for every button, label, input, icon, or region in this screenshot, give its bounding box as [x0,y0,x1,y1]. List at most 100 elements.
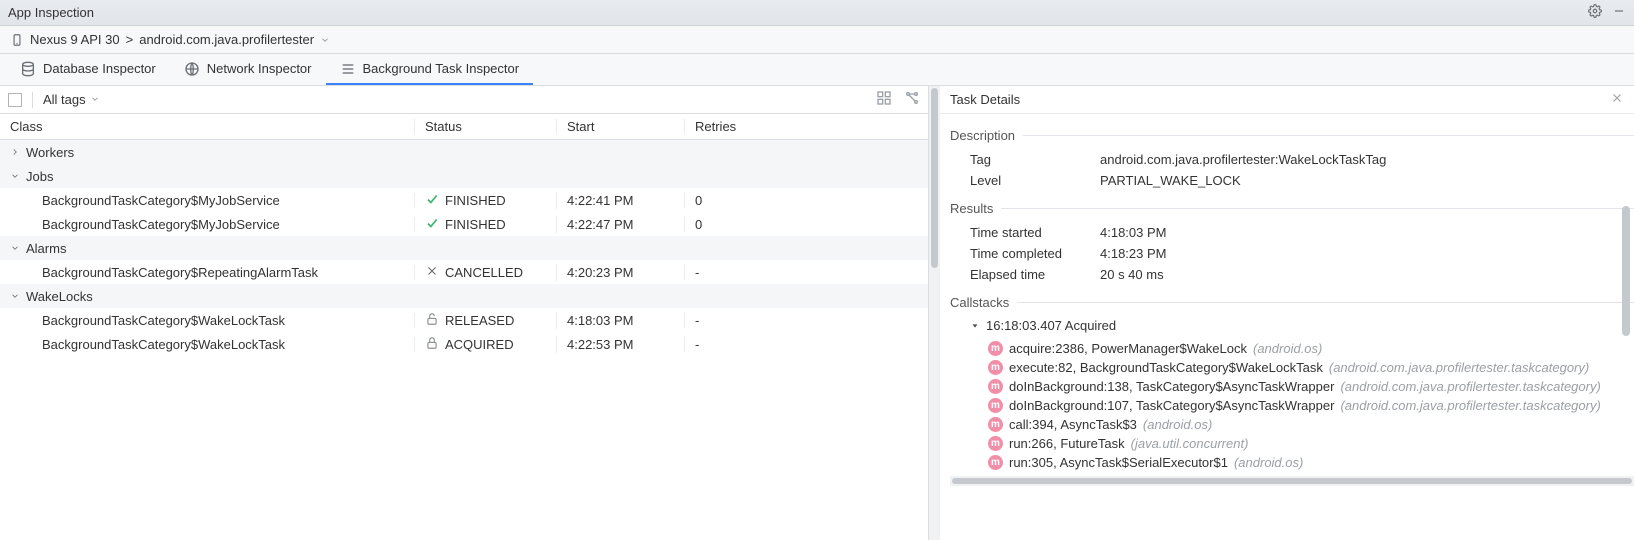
cell-start: 4:20:23 PM [557,265,685,280]
cell-start: 4:22:47 PM [557,217,685,232]
section-label: Workers [26,145,74,160]
method-badge-icon: m [988,455,1003,470]
tool-window-titlebar: App Inspection [0,0,1634,26]
stop-icon[interactable] [8,93,22,107]
cell-retries: - [685,313,928,328]
stack-method: doInBackground:138, TaskCategory$AsyncTa… [1009,379,1334,394]
stack-frame[interactable]: m run:266, FutureTask (java.util.concurr… [950,434,1634,453]
section-wakelocks[interactable]: WakeLocks [0,284,928,308]
tab-label: Network Inspector [207,61,312,76]
task-list-panel: All tags Class Status Start Retries [0,86,929,540]
section-label: Alarms [26,241,66,256]
stack-package: (java.util.concurrent) [1131,436,1249,451]
col-start[interactable]: Start [557,119,685,134]
stack-frame[interactable]: m execute:82, BackgroundTaskCategory$Wak… [950,358,1634,377]
tag-filter-dropdown[interactable]: All tags [43,92,100,107]
stack-method: run:305, AsyncTask$SerialExecutor$1 [1009,455,1228,470]
cell-status: RELEASED [445,313,514,328]
tab-bar: Database Inspector Network Inspector Bac… [0,54,1634,86]
stack-method: acquire:2386, PowerManager$WakeLock [1009,341,1247,356]
stack-method: run:266, FutureTask [1009,436,1125,451]
stack-method: call:394, AsyncTask$3 [1009,417,1137,432]
section-callstacks: Callstacks [950,295,1634,310]
section-alarms[interactable]: Alarms [0,236,928,260]
stack-frame[interactable]: m run:305, AsyncTask$SerialExecutor$1 (a… [950,453,1634,472]
grid-view-icon[interactable] [876,90,892,109]
filter-bar: All tags [0,86,928,114]
stack-method: execute:82, BackgroundTaskCategory$WakeL… [1009,360,1323,375]
gear-icon[interactable] [1588,4,1602,21]
method-badge-icon: m [988,360,1003,375]
task-rows: Workers Jobs BackgroundTaskCategory$MyJo… [0,140,928,540]
check-icon [425,192,439,209]
kv-elapsed: Elapsed time 20 s 40 ms [950,264,1634,285]
tool-window-title: App Inspection [8,5,1588,20]
task-details-panel: Task Details Description Tag android.com… [940,86,1634,540]
cell-class: BackgroundTaskCategory$MyJobService [0,217,415,232]
cell-status: FINISHED [445,193,506,208]
kv-value: android.com.java.profilertester:WakeLock… [1100,152,1386,167]
stack-frame[interactable]: m call:394, AsyncTask$3 (android.os) [950,415,1634,434]
tab-database-inspector[interactable]: Database Inspector [6,54,170,85]
scrollbar-horizontal[interactable] [950,476,1634,486]
col-status[interactable]: Status [415,119,557,134]
chevron-down-icon [320,35,330,45]
cell-status: ACQUIRED [445,337,514,352]
section-label: Jobs [26,169,53,184]
kv-key: Time completed [970,246,1100,261]
minimize-icon[interactable] [1612,4,1626,21]
kv-key: Level [970,173,1100,188]
section-results: Results [950,201,1634,216]
section-workers[interactable]: Workers [0,140,928,164]
scrollbar-thumb[interactable] [931,88,938,268]
stack-method: doInBackground:107, TaskCategory$AsyncTa… [1009,398,1334,413]
stack-package: (android.com.java.profilertester.taskcat… [1340,398,1600,413]
kv-value: 4:18:23 PM [1100,246,1167,261]
kv-key: Tag [970,152,1100,167]
scrollbar-thumb[interactable] [952,478,1632,484]
callstack-header[interactable]: 16:18:03.407 Acquired [950,316,1634,339]
cell-retries: 0 [685,193,928,208]
col-class[interactable]: Class [0,119,415,134]
close-icon[interactable] [1610,91,1624,108]
breadcrumb-device: Nexus 9 API 30 [30,32,120,47]
graph-view-icon[interactable] [904,90,920,109]
check-icon [425,216,439,233]
x-icon [425,264,439,281]
task-details-title: Task Details [950,92,1020,107]
tab-background-task-inspector[interactable]: Background Task Inspector [326,54,534,85]
kv-completed: Time completed 4:18:23 PM [950,243,1634,264]
cell-class: BackgroundTaskCategory$WakeLockTask [0,313,415,328]
section-jobs[interactable]: Jobs [0,164,928,188]
grid-header: Class Status Start Retries [0,114,928,140]
table-row[interactable]: BackgroundTaskCategory$MyJobService FINI… [0,212,928,236]
callstack-title: 16:18:03.407 Acquired [986,318,1116,333]
cell-class: BackgroundTaskCategory$MyJobService [0,193,415,208]
breadcrumb[interactable]: Nexus 9 API 30 > android.com.java.profil… [0,26,1634,54]
cell-retries: - [685,337,928,352]
section-description: Description [950,128,1634,143]
table-row[interactable]: BackgroundTaskCategory$WakeLockTask ACQU… [0,332,928,356]
cell-retries: - [685,265,709,280]
table-row[interactable]: BackgroundTaskCategory$MyJobService FINI… [0,188,928,212]
stack-frame[interactable]: m doInBackground:107, TaskCategory$Async… [950,396,1634,415]
stack-frame[interactable]: m acquire:2386, PowerManager$WakeLock (a… [950,339,1634,358]
table-row[interactable]: BackgroundTaskCategory$RepeatingAlarmTas… [0,260,928,284]
breadcrumb-sep: > [126,32,134,47]
stack-frame[interactable]: m doInBackground:138, TaskCategory$Async… [950,377,1634,396]
cell-start: 4:22:53 PM [557,337,685,352]
scrollbar-vertical[interactable] [929,86,940,540]
lock-open-icon [425,312,439,329]
device-icon [10,33,24,47]
method-badge-icon: m [988,398,1003,413]
chevron-down-icon [90,92,100,107]
table-row[interactable]: BackgroundTaskCategory$WakeLockTask RELE… [0,308,928,332]
col-retries[interactable]: Retries [685,119,928,134]
tab-network-inspector[interactable]: Network Inspector [170,54,326,85]
cell-class: BackgroundTaskCategory$RepeatingAlarmTas… [0,265,415,280]
method-badge-icon: m [988,417,1003,432]
kv-value: 4:18:03 PM [1100,225,1167,240]
kv-key: Elapsed time [970,267,1100,282]
scrollbar-vertical[interactable] [1622,206,1630,336]
method-badge-icon: m [988,379,1003,394]
